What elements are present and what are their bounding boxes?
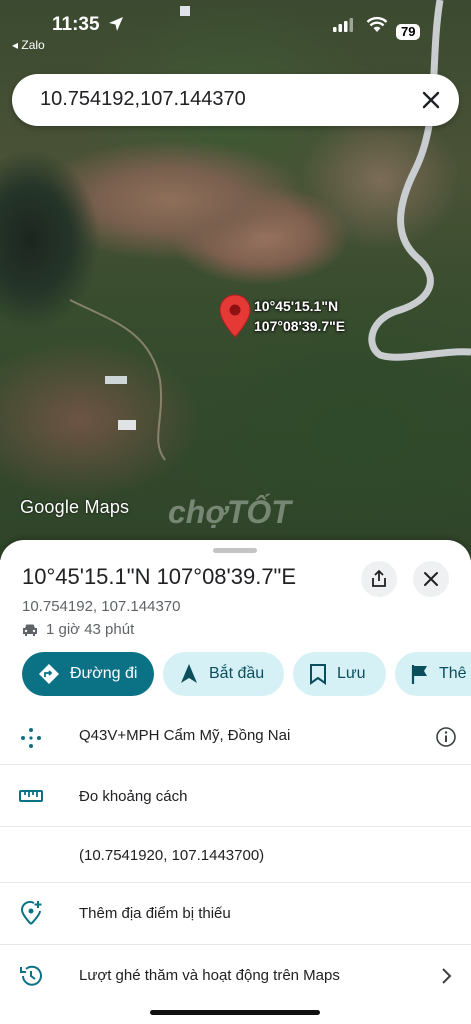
map-pin-icon[interactable] (219, 294, 251, 338)
car-icon (23, 624, 37, 636)
info-icon[interactable] (435, 726, 457, 748)
plus-code-icon (21, 728, 41, 748)
measure-distance-text: Đo khoảng cách (79, 788, 188, 805)
decimal-coordinates-row[interactable]: (10.7541920, 107.1443700) (0, 826, 471, 883)
pin-coordinate-label: 10°45'15.1"N 107°08'39.7"E (254, 296, 345, 336)
status-time: 11:35 (52, 14, 100, 35)
search-input[interactable]: 10.754192,107.144370 (40, 88, 246, 111)
location-arrow-icon (109, 17, 123, 31)
drive-time-text: 1 giờ 43 phút (46, 621, 135, 638)
back-to-app-link[interactable]: ◂ Zalo (12, 38, 45, 52)
directions-button[interactable]: Đường đi (22, 652, 154, 696)
flag-icon (411, 665, 427, 684)
directions-label: Đường đi (70, 665, 138, 682)
place-bottom-sheet: 10°45'15.1"N 107°08'39.7"E 10.754192, 10… (0, 540, 471, 1024)
place-title: 10°45'15.1"N 107°08'39.7"E (22, 564, 297, 589)
add-missing-place-text: Thêm địa điểm bị thiếu (79, 905, 231, 922)
building (105, 376, 127, 384)
maps-activity-text: Lượt ghé thăm và hoạt động trên Maps (79, 967, 340, 984)
save-button[interactable]: Lưu (293, 652, 386, 696)
measure-distance-row[interactable]: Đo khoảng cách (0, 764, 471, 827)
google-maps-attribution: Google Maps (20, 497, 130, 517)
start-label: Bắt đầu (209, 665, 265, 682)
decimal-coordinates: 10.754192, 107.144370 (22, 598, 181, 615)
wifi-icon (366, 16, 388, 32)
pin-label-lng: 107°08'39.7"E (254, 318, 346, 334)
plus-code-row[interactable]: Q43V+MPH Cẩm Mỹ, Đồng Nai (0, 708, 471, 764)
start-button[interactable]: Bắt đầu (163, 652, 284, 696)
label-label: Thê (439, 665, 467, 682)
battery-indicator: 79 (396, 24, 421, 40)
pin-label-lat: 10°45'15.1"N (254, 298, 339, 314)
directions-icon (39, 664, 59, 684)
label-button[interactable]: Thê (395, 652, 471, 696)
maps-activity-row[interactable]: Lượt ghé thăm và hoạt động trên Maps (0, 944, 471, 1007)
save-label: Lưu (337, 665, 366, 682)
building (118, 420, 136, 430)
bookmark-icon (310, 664, 326, 685)
chevron-right-icon (442, 968, 452, 984)
share-icon (372, 570, 386, 587)
ruler-icon (19, 790, 43, 802)
sheet-drag-handle[interactable] (213, 548, 257, 553)
close-icon (424, 572, 438, 586)
add-missing-place-row[interactable]: Thêm địa điểm bị thiếu (0, 882, 471, 945)
status-bar: 11:35 ◂ Zalo 79 (0, 10, 471, 52)
navigation-icon (181, 664, 197, 683)
action-chips: Đường đi Bắt đầu Lưu Thê (0, 652, 471, 698)
close-icon[interactable] (419, 88, 443, 112)
history-icon (20, 965, 42, 986)
close-sheet-button[interactable] (413, 561, 449, 597)
cellular-signal-icon (333, 18, 353, 32)
home-indicator[interactable] (150, 1010, 320, 1015)
search-bar[interactable]: 10.754192,107.144370 (12, 74, 459, 126)
decimal-coordinates-text: (10.7541920, 107.1443700) (79, 847, 265, 864)
add-location-icon (20, 900, 42, 925)
drive-time: 1 giờ 43 phút (22, 621, 134, 638)
chotot-watermark: chợTỐT (168, 494, 291, 530)
plus-code-text: Q43V+MPH Cẩm Mỹ, Đồng Nai (79, 727, 291, 744)
share-button[interactable] (361, 561, 397, 597)
